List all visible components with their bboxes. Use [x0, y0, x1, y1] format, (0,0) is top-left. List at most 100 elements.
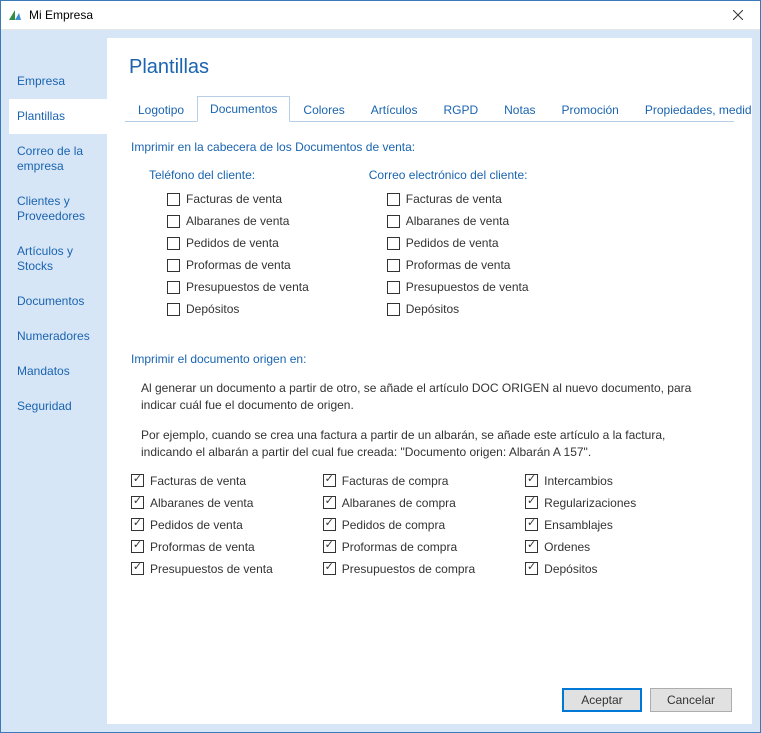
checkbox-row: Ordenes	[525, 540, 636, 554]
tab-label: Propiedades, medidas y cajas	[645, 103, 752, 117]
sidebar-item-seguridad[interactable]: Seguridad	[9, 389, 107, 424]
sidebar-item-label: Correo de la empresa	[17, 144, 83, 173]
checkbox-row: Proformas de venta	[131, 540, 273, 554]
app-window: Mi Empresa Empresa Plantillas Correo de …	[0, 0, 761, 733]
tab-propiedades[interactable]: Propiedades, medidas y cajas	[632, 97, 752, 122]
checkbox-row: Proformas de compra	[323, 540, 475, 554]
checkbox[interactable]	[525, 496, 538, 509]
checkbox-label: Ordenes	[544, 540, 590, 554]
body: Empresa Plantillas Correo de la empresa …	[1, 30, 760, 732]
checkbox[interactable]	[131, 474, 144, 487]
checkbox-label: Proformas de venta	[406, 258, 511, 272]
checkbox[interactable]	[387, 215, 400, 228]
email-options: Facturas de venta Albaranes de venta Ped…	[369, 192, 529, 316]
origin-col-3: Intercambios Regularizaciones Ensamblaje…	[525, 474, 636, 584]
checkbox-label: Proformas de venta	[186, 258, 291, 272]
checkbox[interactable]	[167, 193, 180, 206]
checkbox-label: Albaranes de venta	[406, 214, 509, 228]
checkbox[interactable]	[323, 562, 336, 575]
checkbox-label: Depósitos	[544, 562, 597, 576]
checkbox-row: Facturas de compra	[323, 474, 475, 488]
origin-explain-2: Por ejemplo, cuando se crea una factura …	[141, 427, 701, 462]
checkbox-row: Facturas de venta	[131, 474, 273, 488]
close-icon	[733, 10, 743, 20]
checkbox[interactable]	[387, 237, 400, 250]
sidebar-item-label: Plantillas	[17, 109, 65, 123]
checkbox[interactable]	[323, 474, 336, 487]
checkbox-label: Depósitos	[406, 302, 459, 316]
tabs: Logotipo Documentos Colores Artículos RG…	[125, 95, 734, 122]
button-label: Aceptar	[581, 693, 622, 707]
sidebar-item-mandatos[interactable]: Mandatos	[9, 354, 107, 389]
close-button[interactable]	[715, 1, 760, 30]
tab-label: Documentos	[210, 102, 277, 116]
dialog-footer: Aceptar Cancelar	[125, 678, 734, 714]
checkbox[interactable]	[525, 518, 538, 531]
tab-label: Promoción	[562, 103, 619, 117]
cancel-button[interactable]: Cancelar	[650, 688, 732, 712]
checkbox-row: Intercambios	[525, 474, 636, 488]
checkbox-row: Proformas de venta	[387, 258, 529, 272]
sidebar-item-label: Empresa	[17, 74, 65, 88]
checkbox[interactable]	[323, 540, 336, 553]
checkbox-label: Pedidos de venta	[406, 236, 499, 250]
checkbox-label: Presupuestos de compra	[342, 562, 475, 576]
checkbox[interactable]	[387, 259, 400, 272]
checkbox[interactable]	[525, 540, 538, 553]
checkbox[interactable]	[131, 518, 144, 531]
sidebar-item-correo[interactable]: Correo de la empresa	[9, 134, 107, 184]
tab-notas[interactable]: Notas	[491, 97, 548, 122]
section-origin: Imprimir el documento origen en: Al gene…	[131, 352, 728, 584]
checkbox[interactable]	[167, 281, 180, 294]
checkbox-label: Pedidos de venta	[186, 236, 279, 250]
tab-label: Artículos	[371, 103, 418, 117]
checkbox[interactable]	[131, 496, 144, 509]
checkbox[interactable]	[387, 281, 400, 294]
checkbox[interactable]	[167, 215, 180, 228]
checkbox-row: Pedidos de venta	[131, 518, 273, 532]
sidebar-item-numeradores[interactable]: Numeradores	[9, 319, 107, 354]
titlebar: Mi Empresa	[1, 1, 760, 30]
sidebar: Empresa Plantillas Correo de la empresa …	[9, 38, 107, 724]
checkbox[interactable]	[323, 518, 336, 531]
sidebar-item-articulos[interactable]: Artículos y Stocks	[9, 234, 107, 284]
phone-column-header: Teléfono del cliente:	[149, 168, 309, 182]
header-print-options: Teléfono del cliente: Facturas de venta …	[131, 168, 728, 324]
tab-colores[interactable]: Colores	[290, 97, 357, 122]
checkbox-row: Presupuestos de compra	[323, 562, 475, 576]
sidebar-item-plantillas[interactable]: Plantillas	[9, 99, 107, 134]
checkbox[interactable]	[167, 259, 180, 272]
sidebar-item-label: Seguridad	[17, 399, 72, 413]
checkbox[interactable]	[167, 237, 180, 250]
checkbox[interactable]	[387, 193, 400, 206]
checkbox-label: Ensamblajes	[544, 518, 613, 532]
window-title: Mi Empresa	[29, 8, 715, 22]
tab-rgpd[interactable]: RGPD	[430, 97, 491, 122]
sidebar-item-clientes[interactable]: Clientes y Proveedores	[9, 184, 107, 234]
checkbox-label: Albaranes de compra	[342, 496, 456, 510]
tab-articulos[interactable]: Artículos	[358, 97, 431, 122]
checkbox-label: Albaranes de venta	[150, 496, 253, 510]
sidebar-item-empresa[interactable]: Empresa	[9, 64, 107, 99]
tab-documentos[interactable]: Documentos	[197, 96, 290, 122]
button-label: Cancelar	[667, 693, 715, 707]
checkbox[interactable]	[131, 540, 144, 553]
tab-promocion[interactable]: Promoción	[549, 97, 632, 122]
sidebar-item-documentos[interactable]: Documentos	[9, 284, 107, 319]
checkbox[interactable]	[131, 562, 144, 575]
accept-button[interactable]: Aceptar	[562, 688, 642, 712]
tab-logotipo[interactable]: Logotipo	[125, 97, 197, 122]
main-panel: Plantillas Logotipo Documentos Colores A…	[107, 38, 752, 724]
checkbox[interactable]	[525, 562, 538, 575]
checkbox[interactable]	[387, 303, 400, 316]
tab-label: Notas	[504, 103, 535, 117]
checkbox-label: Proformas de compra	[342, 540, 457, 554]
checkbox[interactable]	[167, 303, 180, 316]
checkbox[interactable]	[525, 474, 538, 487]
tab-label: Logotipo	[138, 103, 184, 117]
checkbox-row: Ensamblajes	[525, 518, 636, 532]
checkbox-label: Albaranes de venta	[186, 214, 289, 228]
email-column: Correo electrónico del cliente: Facturas…	[369, 168, 529, 324]
checkbox-row: Presupuestos de venta	[131, 562, 273, 576]
checkbox[interactable]	[323, 496, 336, 509]
